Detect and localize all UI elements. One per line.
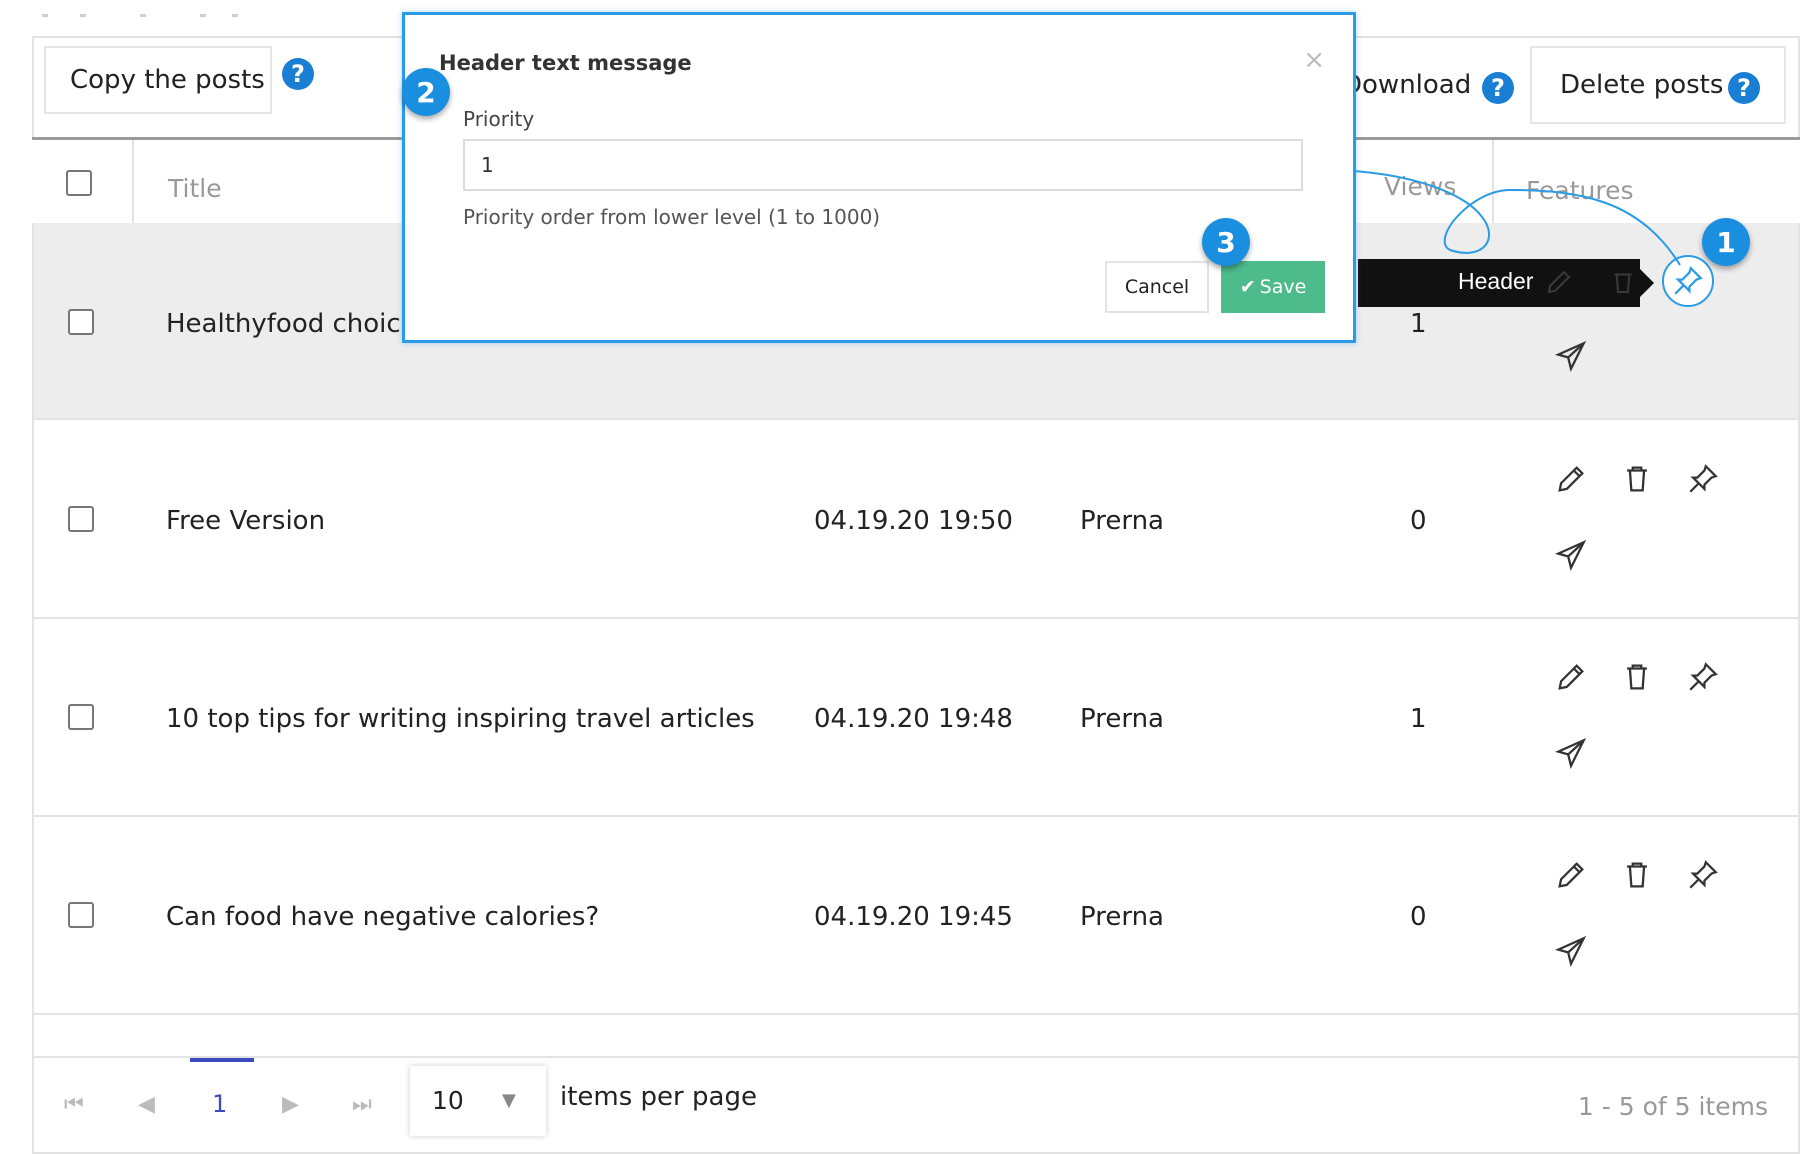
cancel-label: Cancel [1124, 276, 1190, 298]
close-icon[interactable]: × [1303, 45, 1325, 75]
priority-label: Priority [463, 107, 535, 131]
send-icon[interactable] [1554, 538, 1588, 572]
step-badge-2: 2 [402, 68, 450, 116]
row-checkbox[interactable] [68, 704, 94, 730]
cancel-button[interactable]: Cancel [1105, 261, 1209, 313]
row-views: 1 [1410, 704, 1427, 734]
header-divider [132, 140, 134, 223]
pin-icon[interactable] [1686, 462, 1720, 496]
send-icon[interactable] [1554, 339, 1588, 373]
select-all-checkbox[interactable] [66, 170, 92, 196]
row-title[interactable]: 10 top tips for writing inspiring travel… [166, 704, 755, 734]
last-page-icon[interactable]: ⏭ [352, 1092, 372, 1117]
top-edge-fragment [40, 14, 240, 20]
annotation-arrow [1340, 161, 1681, 266]
copy-posts-button[interactable]: Copy the posts [44, 46, 272, 114]
step-badge-3: 3 [1202, 218, 1250, 266]
row-checkbox[interactable] [68, 506, 94, 532]
page-size-value: 10 [432, 1086, 464, 1115]
row-checkbox[interactable] [68, 309, 94, 335]
check-icon: ✔ [1239, 276, 1256, 298]
row-views: 0 [1410, 506, 1427, 536]
delete-icon[interactable] [1620, 858, 1654, 892]
table-row[interactable]: Can food have negative calories? 04.19.2… [34, 818, 1798, 1015]
row-title[interactable]: Healthyfood choices [166, 309, 430, 339]
save-label: Save [1259, 276, 1307, 298]
edit-icon[interactable] [1554, 462, 1588, 496]
table-row[interactable]: 10 top tips for writing inspiring travel… [34, 620, 1798, 817]
priority-modal: Header text message × Priority Priority … [402, 12, 1356, 343]
prev-page-icon[interactable]: ◀ [138, 1092, 155, 1117]
edit-icon[interactable] [1554, 858, 1588, 892]
delete-icon[interactable] [1620, 660, 1654, 694]
table-row [34, 1016, 1798, 1058]
pin-icon[interactable] [1686, 858, 1720, 892]
first-page-icon[interactable]: ⏮ [64, 1092, 84, 1117]
row-date: 04.19.20 19:48 [814, 704, 1013, 734]
row-author: Prerna [1080, 902, 1164, 932]
delete-icon[interactable] [1620, 462, 1654, 496]
edit-icon[interactable] [1554, 660, 1588, 694]
priority-input[interactable] [463, 139, 1303, 191]
row-title[interactable]: Free Version [166, 506, 325, 536]
row-checkbox[interactable] [68, 902, 94, 928]
download-help-icon[interactable]: ? [1482, 72, 1514, 104]
row-author: Prerna [1080, 506, 1164, 536]
send-icon[interactable] [1554, 736, 1588, 770]
column-title[interactable]: Title [168, 174, 222, 203]
page-size-select[interactable]: 10 ▼ [410, 1066, 546, 1136]
pagination-bar: ⏮ ◀ 1 ▶ ⏭ 10 ▼ items per page 1 - 5 of 5… [34, 1058, 1798, 1147]
page-number[interactable]: 1 [212, 1090, 227, 1118]
delete-posts-label: Delete posts [1560, 70, 1724, 100]
table-row[interactable]: Free Version 04.19.20 19:50 Prerna 0 [34, 422, 1798, 619]
pin-icon[interactable] [1686, 660, 1720, 694]
next-page-icon[interactable]: ▶ [282, 1092, 299, 1117]
delete-help-icon[interactable]: ? [1728, 72, 1760, 104]
items-per-page-label: items per page [560, 1082, 757, 1112]
chevron-down-icon: ▼ [502, 1090, 516, 1111]
current-page-indicator [190, 1058, 254, 1062]
row-title[interactable]: Can food have negative calories? [166, 902, 599, 932]
copy-help-icon[interactable]: ? [282, 58, 314, 90]
row-author: Prerna [1080, 704, 1164, 734]
save-button[interactable]: ✔ Save [1221, 261, 1325, 313]
send-icon[interactable] [1554, 934, 1588, 968]
priority-hint: Priority order from lower level (1 to 10… [463, 205, 881, 229]
row-views: 1 [1410, 309, 1427, 339]
modal-title: Header text message [439, 51, 692, 75]
items-range: 1 - 5 of 5 items [1577, 1092, 1768, 1121]
row-date: 04.19.20 19:50 [814, 506, 1013, 536]
download-label: Download [1342, 70, 1472, 100]
step-badge-1: 1 [1702, 218, 1750, 266]
copy-posts-label: Copy the posts [70, 65, 265, 95]
row-views: 0 [1410, 902, 1427, 932]
row-date: 04.19.20 19:45 [814, 902, 1013, 932]
